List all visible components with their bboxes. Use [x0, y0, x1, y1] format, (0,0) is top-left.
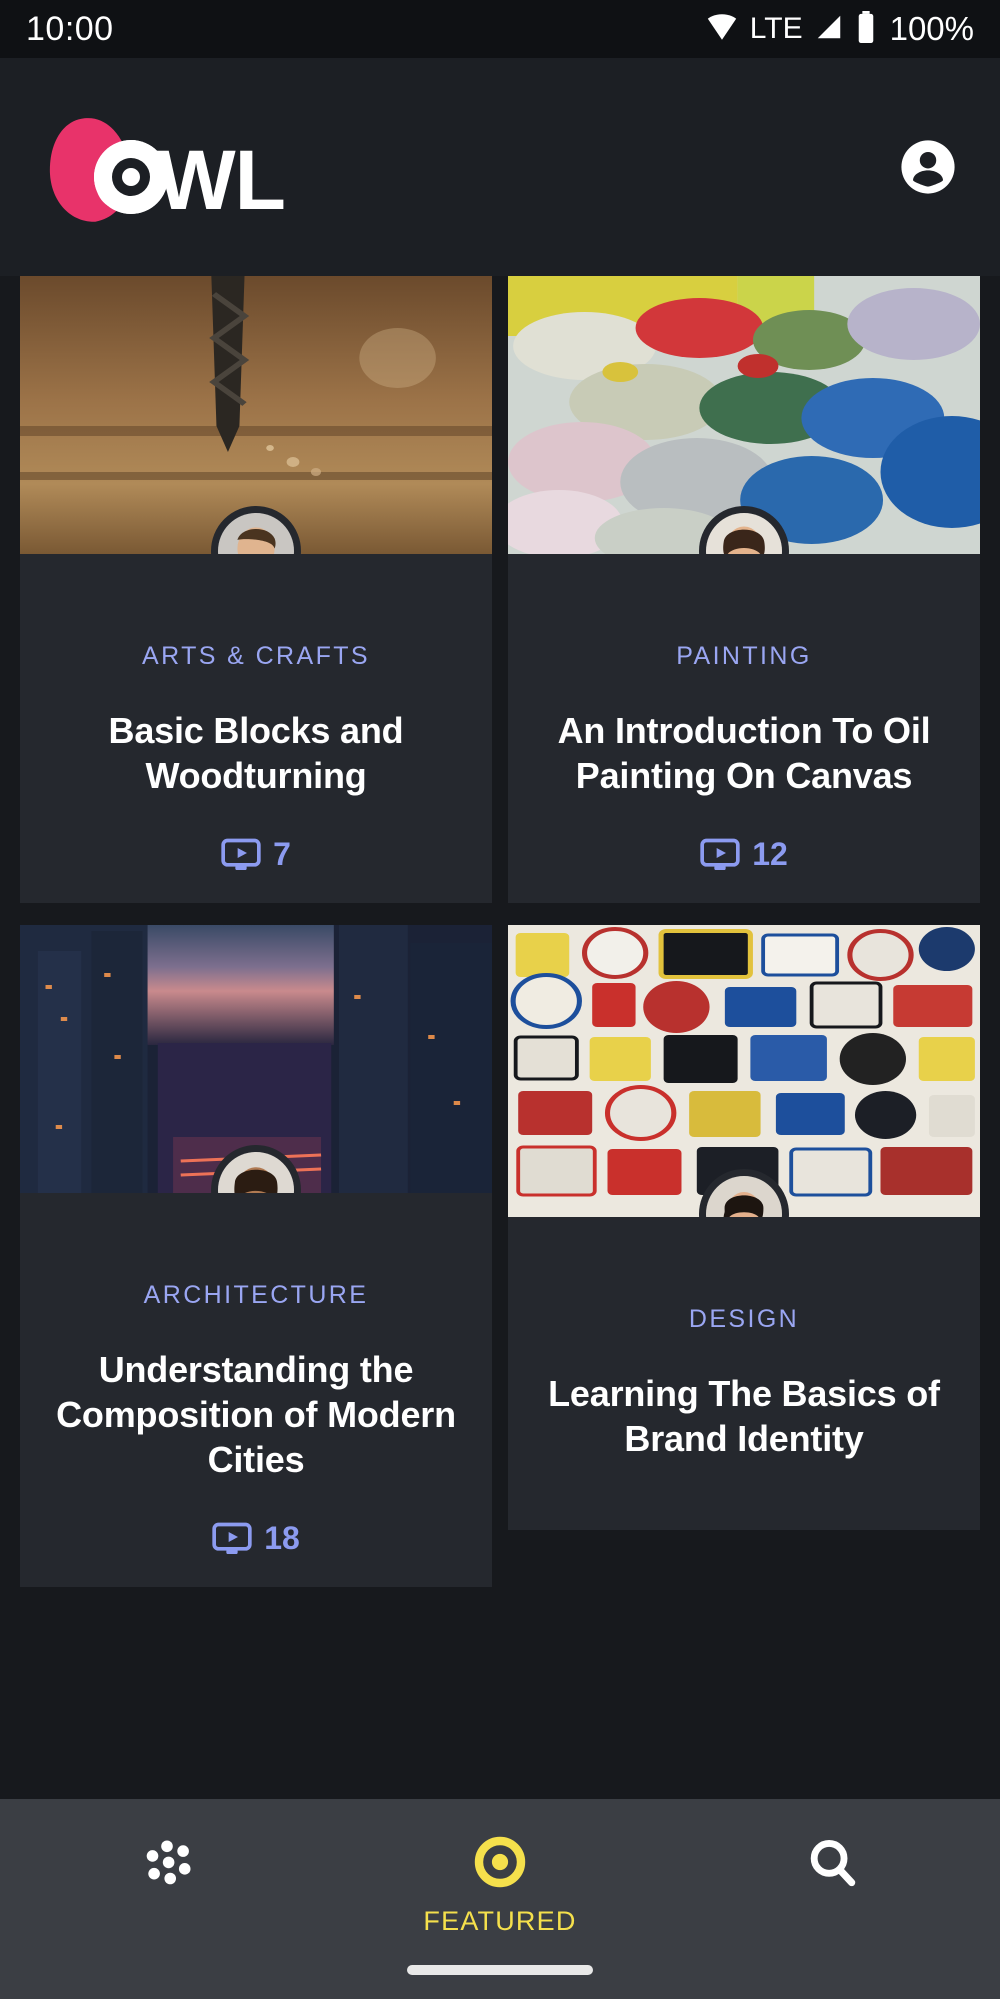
course-card[interactable]: ARTS & CRAFTS Basic Blocks and Woodturni… [20, 276, 492, 904]
nav-item-browse[interactable] [67, 1835, 267, 1910]
card-title: Learning The Basics of Brand Identity [548, 1373, 940, 1459]
author-avatar-image [706, 513, 782, 554]
account-circle-icon[interactable] [898, 137, 958, 197]
card-video-count: 7 [221, 836, 291, 873]
status-indicators: LTE 100% [705, 10, 974, 49]
card-body: DESIGN Learning The Basics of Brand Iden… [508, 1217, 980, 1529]
video-count-label: 7 [273, 836, 291, 873]
dots-grid-icon [138, 1835, 196, 1898]
card-thumbnail [20, 925, 492, 1194]
grid-column-left: ARTS & CRAFTS Basic Blocks and Woodturni… [20, 276, 492, 1799]
battery-icon [855, 10, 877, 48]
video-monitor-icon [221, 838, 261, 872]
battery-percent-label: 100% [889, 10, 974, 47]
card-category: DESIGN [688, 1305, 800, 1334]
card-category: PAINTING [676, 642, 812, 670]
course-card[interactable]: PAINTING An Introduction To Oil Painting… [508, 276, 980, 904]
card-thumbnail [508, 276, 980, 554]
card-title: Understanding the Composition of Modern … [56, 1349, 456, 1480]
home-indicator[interactable] [407, 1965, 593, 1975]
owl-eye-icon [94, 140, 168, 214]
video-monitor-icon [700, 838, 740, 872]
nav-label-featured: FEATURED [423, 1906, 577, 1936]
search-icon [805, 1835, 861, 1896]
card-title: An Introduction To Oil Painting On Canva… [557, 710, 931, 796]
app-header: OWL [0, 58, 1000, 276]
author-avatar-image [706, 1176, 782, 1218]
brand-logo[interactable]: OWL [49, 112, 286, 222]
card-category: ARCHITECTURE [143, 1281, 369, 1310]
eye-target-icon [473, 1835, 527, 1894]
card-video-count: 12 [700, 836, 788, 873]
card-thumbnail [20, 276, 492, 554]
card-video-count: 18 [212, 1520, 300, 1557]
status-time: 10:00 [26, 9, 114, 48]
video-count-label: 12 [752, 836, 788, 873]
grid-column-right: PAINTING An Introduction To Oil Painting… [508, 276, 980, 1799]
card-body: PAINTING An Introduction To Oil Painting… [508, 554, 980, 903]
app-root: 10:00 LTE 100% OWL ARTS & CRAFTS Basic B… [0, 0, 1000, 1999]
video-count-label: 18 [264, 1520, 300, 1557]
signal-icon [814, 12, 844, 47]
video-monitor-icon [212, 1522, 252, 1556]
card-category: ARTS & CRAFTS [142, 642, 370, 670]
wifi-icon [705, 10, 739, 49]
network-type-label: LTE [749, 12, 803, 45]
author-avatar-image [218, 513, 294, 554]
nav-item-search[interactable] [733, 1835, 933, 1908]
card-body: ARCHITECTURE Understanding the Compositi… [20, 1193, 492, 1587]
featured-card-grid: ARTS & CRAFTS Basic Blocks and Woodturni… [0, 276, 1000, 1799]
card-thumbnail [508, 925, 980, 1218]
nav-item-featured[interactable]: FEATURED [400, 1835, 600, 1937]
card-title: Basic Blocks and Woodturning [108, 710, 404, 796]
course-card[interactable]: ARCHITECTURE Understanding the Compositi… [20, 925, 492, 1588]
status-bar: 10:00 LTE 100% [0, 0, 1000, 58]
author-avatar-image [218, 1152, 294, 1194]
bottom-navigation-bar: FEATURED [0, 1799, 1000, 1999]
course-card[interactable]: DESIGN Learning The Basics of Brand Iden… [508, 925, 980, 1530]
card-body: ARTS & CRAFTS Basic Blocks and Woodturni… [20, 554, 492, 903]
